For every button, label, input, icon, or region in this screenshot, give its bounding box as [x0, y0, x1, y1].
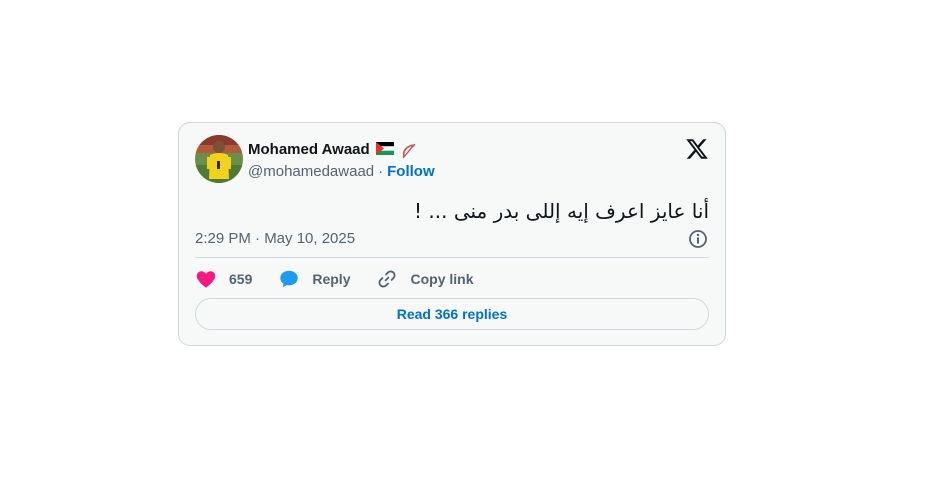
copy-link-button[interactable]: Copy link — [376, 268, 474, 290]
avatar[interactable] — [195, 135, 243, 183]
like-count: 659 — [229, 271, 253, 287]
info-icon[interactable] — [687, 228, 709, 250]
author-handle[interactable]: @mohamedawaad — [248, 163, 374, 180]
heart-icon — [196, 271, 216, 288]
copy-link-label: Copy link — [410, 271, 474, 287]
author-row: Mohamed Awaad — [248, 139, 418, 159]
tweet-embed-card[interactable]: Mohamed Awaad @mohamedawaad · Follow أنا… — [178, 122, 726, 346]
separator-dot: · — [378, 163, 384, 180]
x-logo-icon[interactable] — [685, 137, 709, 161]
bow-and-arrow-icon — [400, 142, 418, 159]
divider — [195, 257, 709, 258]
tweet-text: أنا عايز اعرف إيه إللى بدر منى ... ! — [414, 199, 709, 223]
palestine-flag-icon — [375, 142, 394, 156]
read-replies-label: Read 366 replies — [396, 306, 508, 322]
reply-bubble-icon — [280, 270, 299, 288]
author-name[interactable]: Mohamed Awaad — [248, 141, 370, 158]
reply-label: Reply — [312, 271, 351, 287]
action-bar: 659 Reply Copy link — [195, 267, 500, 291]
reply-button[interactable]: Reply — [278, 268, 350, 290]
link-icon — [378, 270, 396, 288]
read-replies-button[interactable]: Read 366 replies — [195, 298, 709, 330]
tweet-timestamp[interactable]: 2:29 PM · May 10, 2025 — [195, 230, 355, 247]
like-button[interactable]: 659 — [195, 268, 252, 290]
handle-row: @mohamedawaad · Follow — [248, 163, 435, 180]
follow-link[interactable]: Follow — [387, 163, 435, 180]
